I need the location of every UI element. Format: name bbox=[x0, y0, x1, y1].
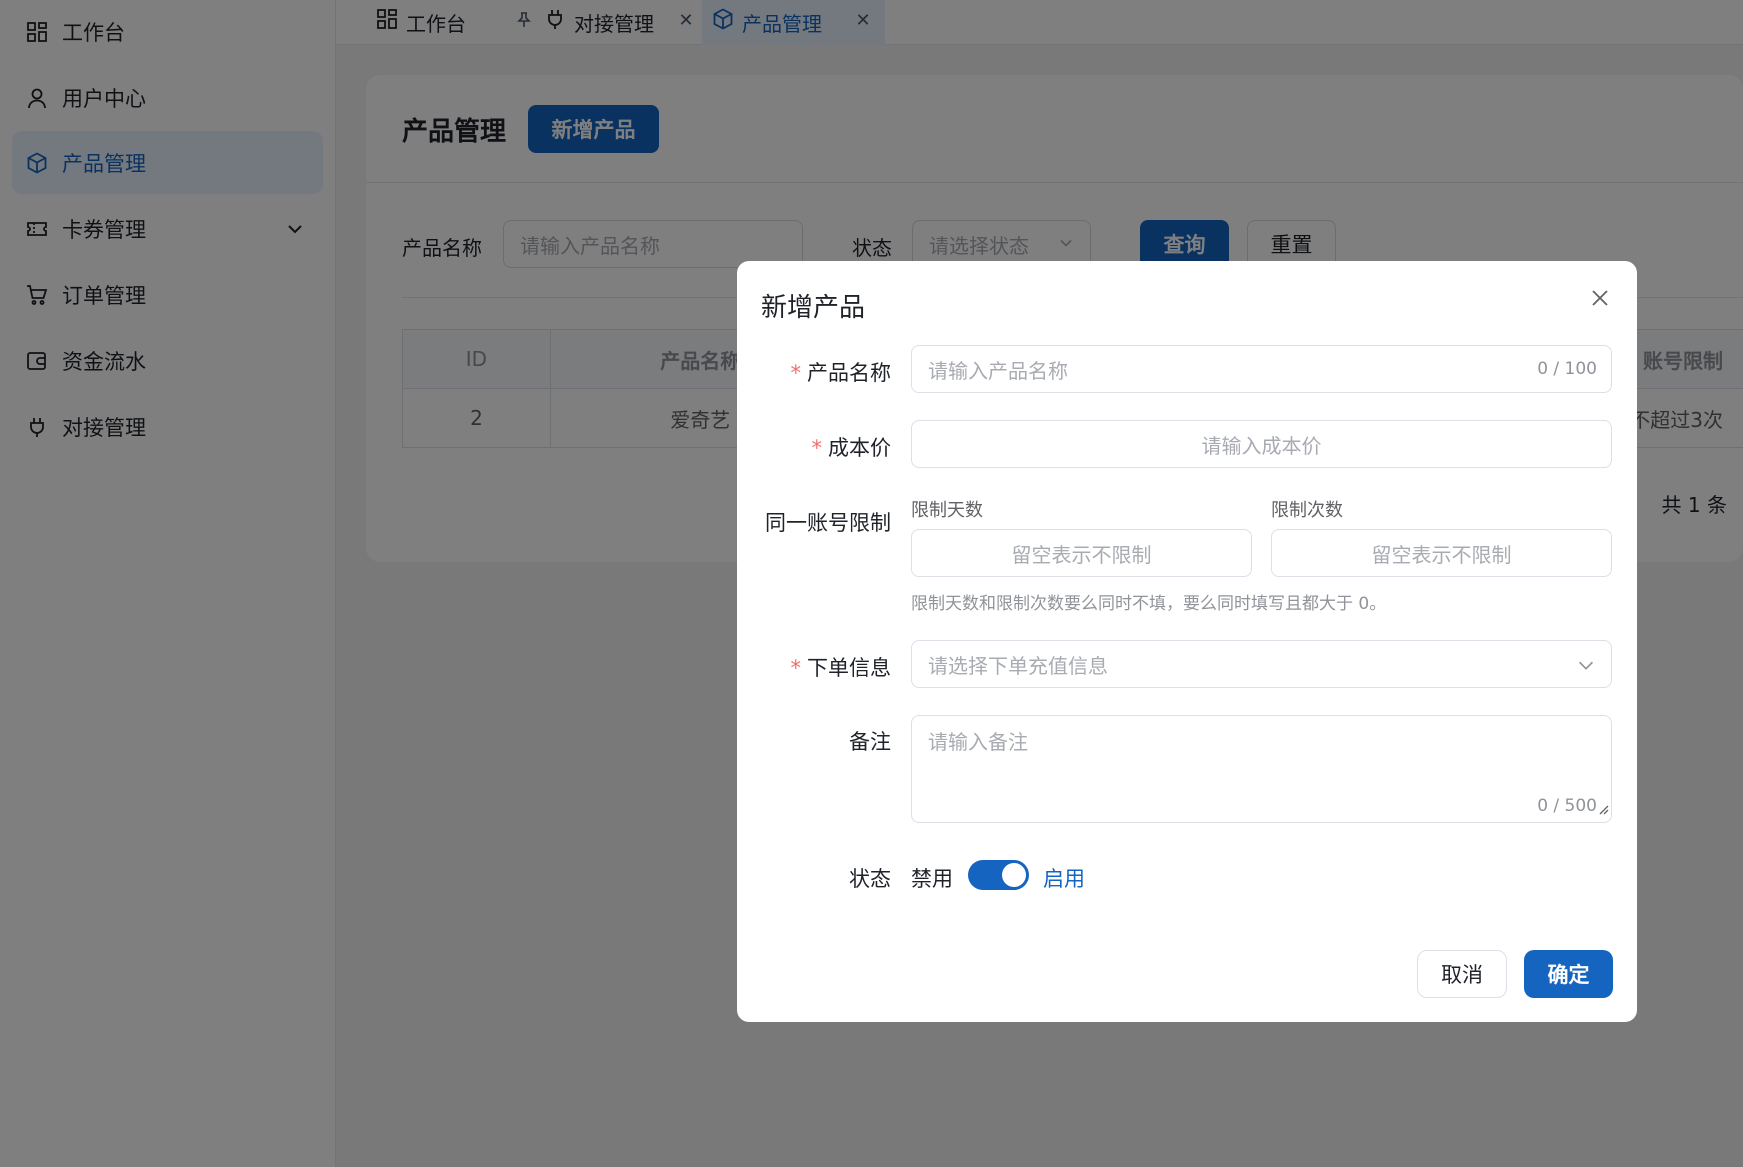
order-info-label: * 下单信息 bbox=[790, 656, 892, 680]
limit-days-input[interactable]: 留空表示不限制 bbox=[911, 529, 1252, 577]
account-limit-label: 同一账号限制 bbox=[765, 511, 891, 535]
cost-price-label: * 成本价 bbox=[811, 436, 892, 460]
char-counter: 0 / 500 bbox=[1537, 796, 1597, 816]
product-name-placeholder: 请输入产品名称 bbox=[928, 358, 1068, 383]
limit-days-label: 限制天数 bbox=[911, 500, 983, 521]
cost-price-input[interactable]: 请输入成本价 bbox=[911, 420, 1612, 468]
dialog-title: 新增产品 bbox=[761, 293, 866, 323]
chevron-down-icon bbox=[1575, 654, 1597, 681]
add-product-dialog: 新增产品 * 产品名称 请输入产品名称 0 / 100 * 成本价 请输入成本价 同… bbox=[737, 261, 1637, 1022]
confirm-button[interactable]: 确定 bbox=[1524, 950, 1613, 998]
status-on-text: 启用 bbox=[1043, 867, 1085, 891]
order-info-placeholder: 请选择下单充值信息 bbox=[928, 653, 1108, 678]
limit-times-input[interactable]: 留空表示不限制 bbox=[1271, 529, 1612, 577]
close-icon[interactable] bbox=[1585, 283, 1615, 313]
order-info-select[interactable]: 请选择下单充值信息 bbox=[911, 640, 1612, 688]
required-mark: * bbox=[790, 361, 802, 385]
remark-textarea[interactable]: 请输入备注 0 / 500 bbox=[911, 715, 1612, 823]
limit-hint: 限制天数和限制次数要么同时不填，要么同时填写且都大于 0。 bbox=[911, 594, 1387, 614]
status-off-text: 禁用 bbox=[911, 867, 953, 891]
char-counter: 0 / 100 bbox=[1537, 359, 1597, 379]
required-mark: * bbox=[790, 656, 802, 680]
resize-handle-icon[interactable] bbox=[1597, 796, 1609, 820]
status-switch[interactable] bbox=[968, 860, 1029, 890]
limit-times-label: 限制次数 bbox=[1271, 500, 1343, 521]
switch-knob bbox=[1002, 863, 1026, 887]
product-name-input[interactable]: 请输入产品名称 0 / 100 bbox=[911, 345, 1612, 393]
remark-label: 备注 bbox=[849, 730, 891, 754]
required-mark: * bbox=[811, 436, 823, 460]
remark-placeholder: 请输入备注 bbox=[928, 730, 1028, 754]
cancel-button[interactable]: 取消 bbox=[1417, 950, 1507, 998]
status-label: 状态 bbox=[849, 867, 891, 891]
product-name-label: * 产品名称 bbox=[790, 361, 892, 385]
